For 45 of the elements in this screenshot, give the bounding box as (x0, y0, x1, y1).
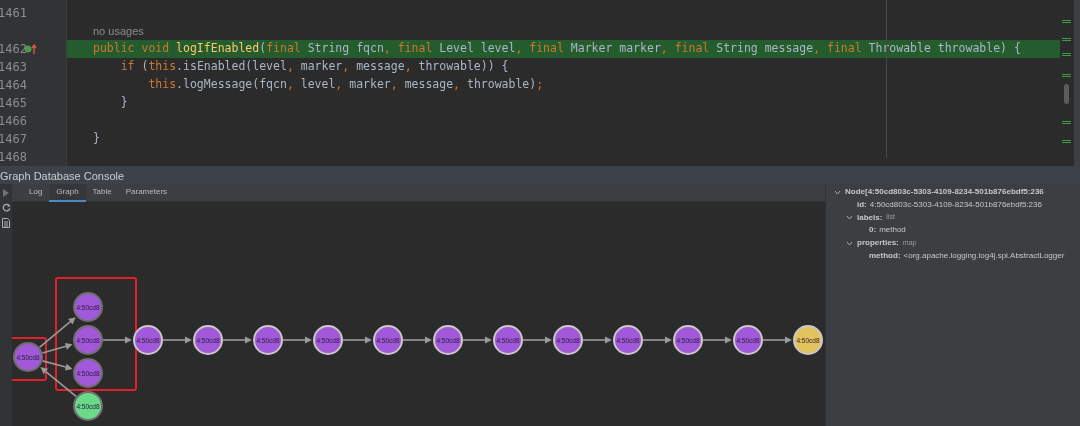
code-line: } (92, 130, 101, 148)
document-icon[interactable] (2, 218, 10, 228)
line-number: 1462 (0, 41, 24, 58)
edge-arrow (102, 336, 132, 344)
inlay-hint[interactable]: no usages (93, 22, 144, 40)
line-number: 1466 (0, 113, 24, 130)
tab[interactable]: Graph (49, 184, 86, 202)
property-key: Node[4:50cd803c-5303-4109-8234-501b876ebdf5:236 (845, 186, 1044, 199)
edge-arrow (582, 336, 612, 344)
edge-arrow (762, 336, 792, 344)
property-value: method (879, 224, 906, 237)
property-key: 0: (869, 224, 877, 237)
edge-arrow (162, 336, 192, 344)
run-icon[interactable] (3, 189, 9, 197)
line-number: 1465 (0, 95, 24, 112)
property-value: 4:50cd803c-5303-4109-8234-501b876ebdf5:236 (869, 199, 1042, 212)
edge-arrow (702, 336, 732, 344)
edge-arrow (282, 336, 312, 344)
tab[interactable]: Log (22, 184, 50, 202)
edge-arrow (402, 336, 432, 344)
property-key: properties: (857, 237, 899, 250)
line-number: 1467 (0, 131, 24, 148)
line-number: 1468 (0, 149, 24, 166)
refresh-icon[interactable] (1, 203, 11, 212)
code-line: if (this.isEnabled(level, marker, message, throwable)) { (119, 58, 510, 76)
chevron-icon[interactable] (846, 214, 853, 222)
override-icon[interactable] (24, 43, 38, 55)
chevron-icon[interactable] (834, 188, 841, 196)
property-key: method: (869, 249, 901, 262)
edge-arrow (222, 336, 252, 344)
edge-arrow (462, 336, 492, 344)
panel-title: Graph Database Console (0, 168, 125, 184)
property-key: id: (857, 199, 867, 212)
chevron-icon[interactable] (846, 239, 853, 247)
tab[interactable]: Table (85, 184, 119, 202)
code-line: } (119, 94, 129, 112)
edge-arrow (642, 336, 672, 344)
edge-arrow (342, 336, 372, 344)
line-number: 1463 (0, 59, 24, 76)
property-value: <org.apache.logging.log4j.spi.AbstractLogger (903, 249, 1065, 262)
tab[interactable]: Parameters (118, 184, 175, 202)
property-key: labels: (857, 211, 883, 224)
code-line: this.logMessage(fqcn, level, marker, message, throwable); (147, 76, 545, 94)
vertical-scrollbar-thumb[interactable] (1064, 84, 1069, 104)
edge-arrow (522, 336, 552, 344)
